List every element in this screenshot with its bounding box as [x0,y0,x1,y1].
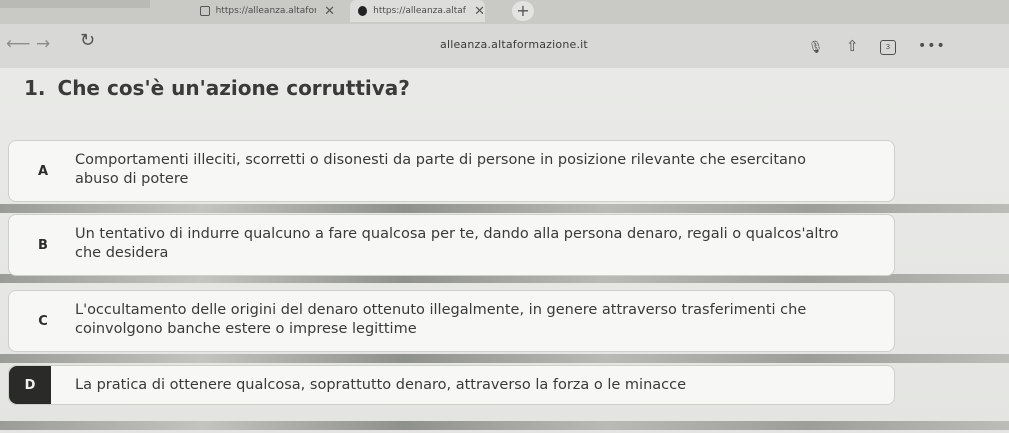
option-letter: D [9,366,51,404]
new-tab-button[interactable]: + [512,1,534,21]
reload-icon[interactable]: ↻ [80,30,95,51]
share-icon[interactable]: ⇧ [846,37,859,55]
option-text: Comportamenti illeciti, scorretti o diso… [75,152,806,187]
option-letter: B [38,237,48,253]
tab-title: https://alleanza.altafor [373,6,467,16]
back-arrow-icon[interactable]: ⟵ [6,34,30,54]
quiz-page: 1. Che cos'è un'azione corruttiva? A Comp… [0,68,1009,433]
browser-tab-1[interactable]: https://alleanza.altaforr ✕ [200,0,335,22]
option-text: La pratica di ottenere qualcosa, sopratt… [75,377,687,393]
page-favicon-icon [358,6,368,16]
microphone-icon[interactable]: 🎙 [808,40,823,54]
browser-tab-2-active[interactable]: https://alleanza.altafor ✕ [350,0,485,22]
answer-option-c[interactable]: C L'occultamento delle origini del denar… [8,290,895,352]
tab-strip-edge [0,0,150,8]
question-heading: 1. Che cos'è un'azione corruttiva? [24,76,410,100]
divider [0,354,1009,363]
question-number: 1. [24,76,46,100]
option-letter: C [38,313,48,329]
tabs-icon[interactable]: 3 [880,40,896,55]
browser-tab-bar: https://alleanza.altaforr ✕ https://alle… [0,0,1009,24]
address-bar[interactable]: alleanza.altaformazione.it [440,38,588,51]
forward-arrow-icon[interactable]: → [36,34,50,54]
divider [0,204,1009,213]
answer-option-d[interactable]: D La pratica di ottenere qualcosa, sopra… [8,365,895,405]
close-tab-icon[interactable]: ✕ [324,4,335,19]
divider [0,421,1009,430]
question-text: Che cos'è un'azione corruttiva? [57,76,410,100]
tab-title: https://alleanza.altaforr [215,6,317,16]
answer-option-a[interactable]: A Comportamenti illeciti, scorretti o di… [8,140,895,202]
answer-option-b[interactable]: B Un tentativo di indurre qualcuno a far… [8,214,895,276]
option-text: Un tentativo di indurre qualcuno a fare … [75,226,839,261]
close-tab-icon[interactable]: ✕ [474,4,485,19]
option-text: L'occultamento delle origini del denaro … [75,302,807,337]
more-icon[interactable]: ••• [918,38,946,54]
option-letter: A [37,163,49,179]
page-favicon-icon [200,6,210,16]
